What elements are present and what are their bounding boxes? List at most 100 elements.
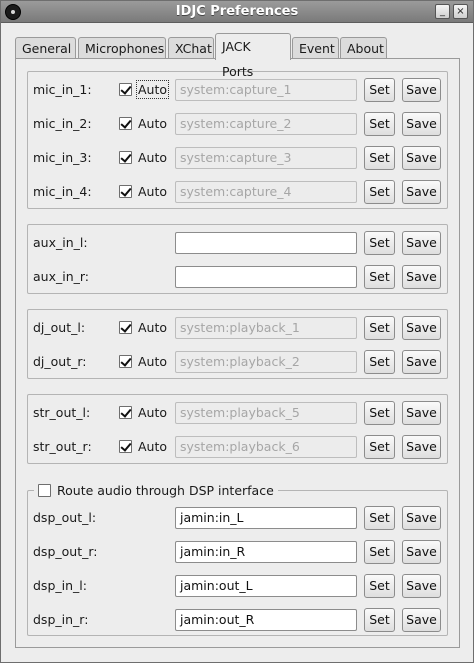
tab-about[interactable]: About bbox=[340, 37, 387, 59]
port-row: str_out_r: Auto system:playback_6 Set Sa… bbox=[28, 435, 447, 459]
save-button[interactable]: Save bbox=[402, 316, 441, 340]
port-entry[interactable]: system:playback_2 bbox=[175, 351, 357, 373]
port-label: str_out_r: bbox=[33, 439, 92, 454]
save-button[interactable]: Save bbox=[402, 146, 441, 170]
port-row: aux_in_l: Set Save bbox=[28, 231, 447, 255]
port-entry[interactable]: jamin:out_R bbox=[175, 609, 357, 631]
port-row: dj_out_r: Auto system:playback_2 Set Sav… bbox=[28, 350, 447, 374]
set-button[interactable]: Set bbox=[364, 574, 395, 598]
dsp-route-toggle[interactable]: Route audio through DSP interface bbox=[34, 482, 278, 498]
port-row: dsp_out_l: jamin:in_L Set Save bbox=[28, 506, 447, 530]
route-dsp-checkbox[interactable] bbox=[38, 483, 51, 497]
auto-label[interactable]: Auto bbox=[138, 116, 167, 131]
port-label: dsp_out_r: bbox=[33, 544, 98, 559]
save-button[interactable]: Save bbox=[402, 608, 441, 632]
auto-checkbox[interactable] bbox=[119, 406, 132, 419]
port-entry[interactable]: jamin:in_R bbox=[175, 541, 357, 563]
port-row: mic_in_4: Auto system:capture_4 Set Save bbox=[28, 180, 447, 204]
port-label: dsp_out_l: bbox=[33, 510, 97, 525]
port-row: dsp_in_r: jamin:out_R Set Save bbox=[28, 608, 447, 632]
port-entry[interactable] bbox=[175, 266, 357, 288]
tab-microphones[interactable]: Microphones bbox=[78, 37, 166, 59]
auto-checkbox[interactable] bbox=[119, 83, 132, 96]
save-button[interactable]: Save bbox=[402, 265, 441, 289]
set-button[interactable]: Set bbox=[364, 316, 395, 340]
auto-label[interactable]: Auto bbox=[138, 405, 167, 420]
set-button[interactable]: Set bbox=[364, 401, 395, 425]
set-button[interactable]: Set bbox=[364, 112, 395, 136]
save-button[interactable]: Save bbox=[402, 435, 441, 459]
auto-checkbox[interactable] bbox=[119, 151, 132, 164]
port-entry[interactable]: system:capture_1 bbox=[175, 79, 357, 101]
tab-jack-ports[interactable]: JACK Ports bbox=[215, 33, 291, 79]
tab-event[interactable]: Event bbox=[292, 37, 339, 59]
set-button[interactable]: Set bbox=[364, 265, 395, 289]
save-button[interactable]: Save bbox=[402, 574, 441, 598]
close-button[interactable]: × bbox=[453, 4, 468, 19]
port-entry[interactable]: system:capture_3 bbox=[175, 147, 357, 169]
port-row: aux_in_r: Set Save bbox=[28, 265, 447, 289]
port-label: aux_in_r: bbox=[33, 269, 90, 284]
port-entry[interactable]: jamin:in_L bbox=[175, 507, 357, 529]
auto-checkbox[interactable] bbox=[119, 355, 132, 368]
mic-inputs-frame: mic_in_1: Auto system:capture_1 Set Save… bbox=[27, 71, 448, 209]
set-button[interactable]: Set bbox=[364, 78, 395, 102]
port-label: dj_out_r: bbox=[33, 354, 87, 369]
auto-label[interactable]: Auto bbox=[138, 150, 167, 165]
port-label: mic_in_3: bbox=[33, 150, 92, 165]
set-button[interactable]: Set bbox=[364, 180, 395, 204]
preferences-window: IDJC Preferences _ × General Microphones… bbox=[0, 0, 474, 663]
port-row: dj_out_l: Auto system:playback_1 Set Sav… bbox=[28, 316, 447, 340]
set-button[interactable]: Set bbox=[364, 540, 395, 564]
port-entry[interactable]: system:playback_5 bbox=[175, 402, 357, 424]
port-label: dsp_in_l: bbox=[33, 578, 87, 593]
port-entry[interactable]: jamin:out_L bbox=[175, 575, 357, 597]
tab-xchat[interactable]: XChat bbox=[168, 37, 214, 59]
port-label: mic_in_4: bbox=[33, 184, 92, 199]
port-row: str_out_l: Auto system:playback_5 Set Sa… bbox=[28, 401, 447, 425]
auto-checkbox[interactable] bbox=[119, 117, 132, 130]
port-row: mic_in_2: Auto system:capture_2 Set Save bbox=[28, 112, 447, 136]
minimize-button[interactable]: _ bbox=[435, 4, 450, 19]
auto-checkbox[interactable] bbox=[119, 185, 132, 198]
save-button[interactable]: Save bbox=[402, 540, 441, 564]
port-row: mic_in_3: Auto system:capture_3 Set Save bbox=[28, 146, 447, 170]
set-button[interactable]: Set bbox=[364, 350, 395, 374]
port-entry[interactable] bbox=[175, 232, 357, 254]
port-entry[interactable]: system:playback_6 bbox=[175, 436, 357, 458]
tab-general[interactable]: General bbox=[15, 37, 76, 59]
jack-ports-panel: mic_in_1: Auto system:capture_1 Set Save… bbox=[15, 58, 460, 648]
port-entry[interactable]: system:playback_1 bbox=[175, 317, 357, 339]
auto-label[interactable]: Auto bbox=[135, 80, 170, 99]
port-label: aux_in_l: bbox=[33, 235, 88, 250]
save-button[interactable]: Save bbox=[402, 506, 441, 530]
port-entry[interactable]: system:capture_2 bbox=[175, 113, 357, 135]
port-entry[interactable]: system:capture_4 bbox=[175, 181, 357, 203]
save-button[interactable]: Save bbox=[402, 231, 441, 255]
set-button[interactable]: Set bbox=[364, 435, 395, 459]
auto-label[interactable]: Auto bbox=[138, 439, 167, 454]
dsp-frame: Route audio through DSP interface dsp_ou… bbox=[27, 482, 448, 636]
port-label: mic_in_2: bbox=[33, 116, 92, 131]
set-button[interactable]: Set bbox=[364, 231, 395, 255]
port-label: dsp_in_r: bbox=[33, 612, 89, 627]
auto-label[interactable]: Auto bbox=[138, 320, 167, 335]
save-button[interactable]: Save bbox=[402, 180, 441, 204]
set-button[interactable]: Set bbox=[364, 608, 395, 632]
save-button[interactable]: Save bbox=[402, 78, 441, 102]
title-bar[interactable]: IDJC Preferences _ × bbox=[1, 1, 473, 23]
save-button[interactable]: Save bbox=[402, 350, 441, 374]
save-button[interactable]: Save bbox=[402, 401, 441, 425]
set-button[interactable]: Set bbox=[364, 146, 395, 170]
auto-label[interactable]: Auto bbox=[138, 184, 167, 199]
auto-checkbox[interactable] bbox=[119, 321, 132, 334]
route-dsp-label[interactable]: Route audio through DSP interface bbox=[57, 483, 274, 498]
port-label: mic_in_1: bbox=[33, 82, 92, 97]
set-button[interactable]: Set bbox=[364, 506, 395, 530]
port-label: dj_out_l: bbox=[33, 320, 86, 335]
save-button[interactable]: Save bbox=[402, 112, 441, 136]
auto-label[interactable]: Auto bbox=[138, 354, 167, 369]
port-row: dsp_in_l: jamin:out_L Set Save bbox=[28, 574, 447, 598]
stream-outputs-frame: str_out_l: Auto system:playback_5 Set Sa… bbox=[27, 394, 448, 464]
auto-checkbox[interactable] bbox=[119, 440, 132, 453]
